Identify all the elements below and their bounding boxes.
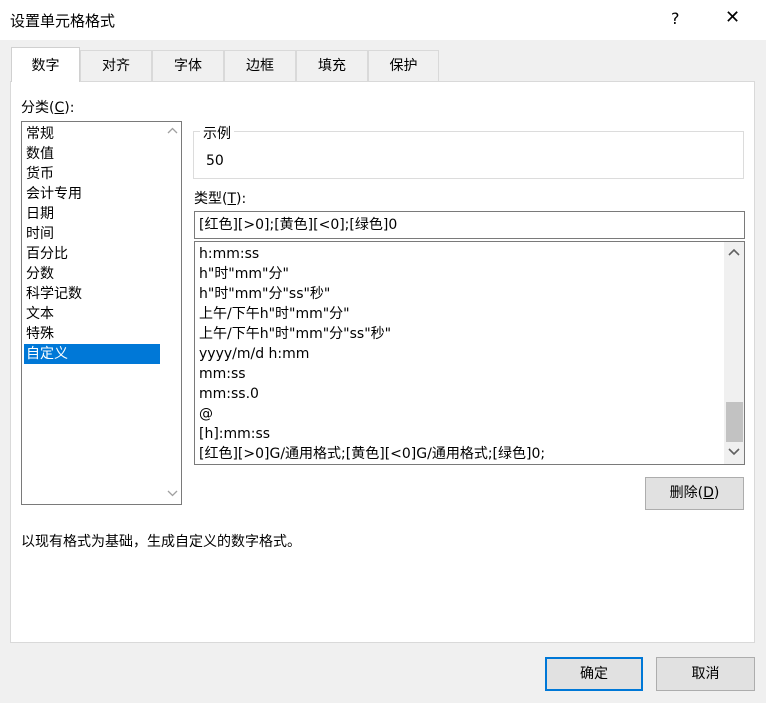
up-arrow-icon[interactable] — [728, 248, 740, 256]
category-item-selected[interactable]: 自定义 — [24, 344, 160, 364]
category-item[interactable]: 科学记数 — [24, 284, 160, 304]
category-item[interactable]: 特殊 — [24, 324, 160, 344]
category-scrollbar[interactable] — [164, 122, 181, 504]
type-input[interactable]: [红色][>0];[黄色][<0];[绿色]0 — [194, 211, 745, 239]
category-item[interactable]: 百分比 — [24, 244, 160, 264]
category-item[interactable]: 日期 — [24, 204, 160, 224]
format-item[interactable]: h"时"mm"分" — [199, 264, 289, 284]
format-item[interactable]: 上午/下午h"时"mm"分"ss"秒" — [199, 324, 391, 344]
category-item[interactable]: 分数 — [24, 264, 160, 284]
down-arrow-icon[interactable] — [728, 448, 740, 456]
down-arrow-icon[interactable] — [167, 490, 178, 497]
format-item[interactable]: [h]:mm:ss — [199, 424, 270, 444]
format-item[interactable]: mm:ss.0 — [199, 384, 259, 404]
category-item[interactable]: 会计专用 — [24, 184, 160, 204]
format-item[interactable]: h:mm:ss — [199, 244, 259, 264]
category-item[interactable]: 文本 — [24, 304, 160, 324]
category-item[interactable]: 数值 — [24, 144, 160, 164]
format-item[interactable]: mm:ss — [199, 364, 246, 384]
format-list[interactable]: h:mm:ss h"时"mm"分" h"时"mm"分"ss"秒" 上午/下午h"… — [194, 241, 745, 465]
up-arrow-icon[interactable] — [167, 127, 178, 134]
ok-button[interactable]: 确定 — [545, 657, 643, 691]
cancel-button[interactable]: 取消 — [656, 657, 755, 691]
category-item[interactable]: 时间 — [24, 224, 160, 244]
type-label: 类型(T): — [194, 191, 247, 207]
format-item[interactable]: yyyy/m/d h:mm — [199, 344, 309, 364]
category-item[interactable]: 货币 — [24, 164, 160, 184]
sample-group — [193, 131, 744, 179]
format-item[interactable]: [红色][>0]G/通用格式;[黄色][<0]G/通用格式;[绿色]0; — [199, 444, 545, 464]
description-text: 以现有格式为基础，生成自定义的数字格式。 — [21, 534, 301, 550]
sample-value: 50 — [206, 153, 224, 169]
category-item[interactable]: 常规 — [24, 124, 160, 144]
category-list[interactable]: 常规 数值 货币 会计专用 日期 时间 百分比 分数 科学记数 文本 特殊 自定… — [21, 121, 182, 505]
format-scrollbar[interactable] — [724, 242, 744, 464]
format-item[interactable]: h"时"mm"分"ss"秒" — [199, 284, 330, 304]
category-label: 分类(C): — [21, 100, 75, 116]
scrollbar-thumb[interactable] — [726, 402, 743, 442]
delete-button[interactable]: 删除(D) — [645, 477, 744, 510]
format-item[interactable]: 上午/下午h"时"mm"分" — [199, 304, 350, 324]
format-item[interactable]: @ — [199, 404, 213, 424]
sample-label: 示例 — [200, 123, 234, 143]
